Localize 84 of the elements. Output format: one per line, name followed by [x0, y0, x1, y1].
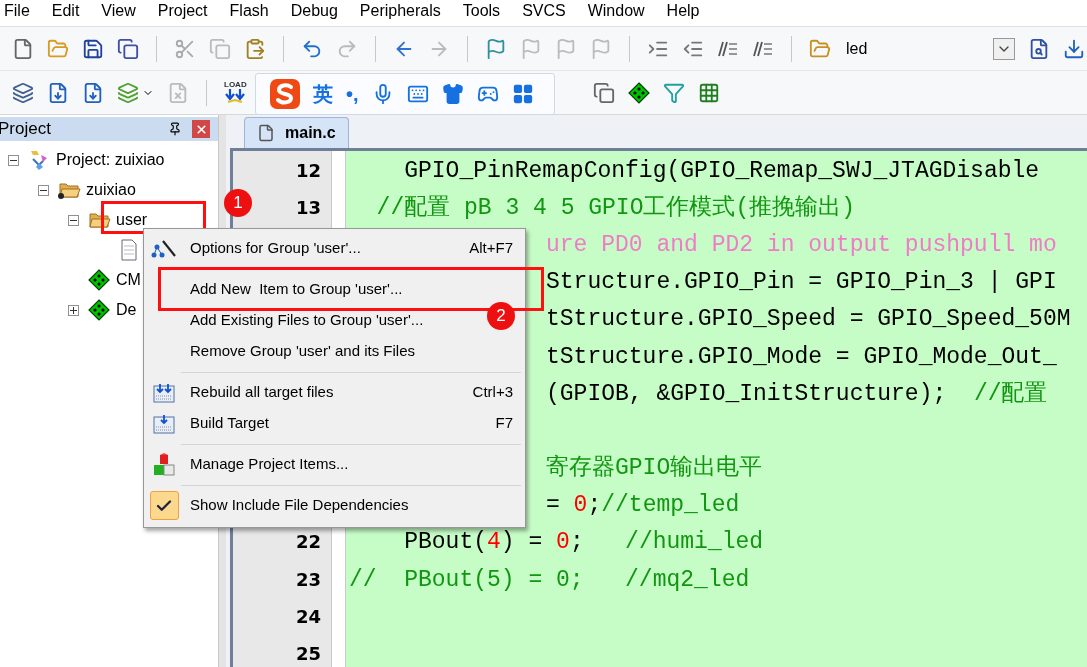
shirt-icon[interactable] [441, 83, 464, 105]
find-file-icon[interactable] [1028, 37, 1050, 60]
grid-icon[interactable] [697, 81, 720, 104]
menu-item[interactable]: Edit [51, 1, 80, 21]
file-icon [119, 238, 139, 262]
pin-icon[interactable] [168, 122, 182, 136]
menu-item[interactable]: Project [157, 1, 208, 21]
menu-item[interactable]: Debug [290, 1, 338, 21]
menu-item[interactable]: View [101, 1, 136, 21]
build-icon [152, 412, 176, 435]
new-file-icon[interactable] [12, 37, 34, 60]
paste-icon[interactable] [244, 37, 266, 60]
menu-item[interactable]: Show Include File Dependencies [190, 494, 409, 517]
plus-icon [69, 306, 77, 314]
tree-item[interactable]: CM [116, 271, 141, 288]
code-line: //配置 pB 3 4 5 GPIO工作模式(推挽输出) [375, 194, 856, 221]
menu-item[interactable]: Add New Item to Group 'user'... [190, 278, 403, 301]
keyboard-icon[interactable] [406, 83, 429, 105]
shortcut-label: Ctrl+3 [472, 382, 514, 403]
file-icon [257, 124, 275, 142]
save-all-icon[interactable] [117, 37, 139, 60]
line-number: 24 [295, 606, 321, 627]
menu-item[interactable]: Flash [229, 1, 269, 21]
target-name: led [846, 38, 868, 59]
shortcut-label: F7 [495, 413, 514, 434]
collapse-toggle[interactable] [67, 214, 79, 226]
ime-mode-toggle[interactable]: •, [346, 84, 359, 104]
checkbox[interactable] [149, 491, 179, 520]
menu-item[interactable]: Help [666, 1, 700, 21]
dropdown-button[interactable] [993, 37, 1015, 60]
target-folder-icon[interactable] [809, 37, 831, 60]
expand-toggle[interactable] [67, 304, 79, 316]
tree-item[interactable]: zuixiao [86, 181, 136, 198]
code-line: tStructure.GPIO_Mode = GPIO_Mode_Out_ [546, 343, 1057, 370]
build-icon[interactable] [47, 81, 69, 104]
collapse-toggle[interactable] [37, 184, 49, 196]
menu-item[interactable]: Rebuild all target files [190, 381, 334, 404]
code-line: Structure.GPIO_Pin = GPIO_Pin_3 | GPI [546, 269, 1057, 296]
editor-tab[interactable]: main.c [244, 117, 349, 148]
line-number: 23 [295, 569, 321, 590]
filter-icon[interactable] [662, 81, 685, 104]
flag-icon[interactable] [485, 37, 507, 60]
download-icon[interactable] [1063, 37, 1085, 60]
code-line: tStructure.GPIO_Speed = GPIO_Speed_50M [546, 306, 1071, 333]
apps-icon[interactable] [511, 83, 534, 105]
component-icon [88, 299, 110, 321]
menu-item[interactable]: Manage Project Items... [190, 453, 349, 476]
menu-item[interactable]: File [4, 1, 30, 21]
menu-item[interactable]: Remove Group 'user' and its Files [190, 340, 415, 363]
menu-item[interactable]: Window [587, 1, 645, 21]
tree-item[interactable]: De [116, 301, 137, 318]
menu-item[interactable]: Build Target [190, 412, 269, 435]
component-icon [88, 269, 110, 291]
code-line: (GPIOB, &GPIO_InitStructure); //配置 [546, 380, 1048, 407]
line-number: 22 [295, 532, 321, 553]
ime-mode-toggle[interactable]: 英 [313, 84, 333, 104]
rebuild-icon [152, 381, 176, 404]
tree-item[interactable]: Project: zuixiao [56, 151, 165, 168]
blocks-icon [152, 452, 176, 477]
logo-icon[interactable] [270, 79, 300, 109]
save-icon[interactable] [82, 37, 104, 60]
rebuild-icon[interactable] [82, 81, 104, 104]
code-line: 寄存器GPIO输出电平 [546, 455, 763, 482]
close-button[interactable] [192, 120, 210, 138]
code-line: PBout(4) = 0; //humi_led [403, 529, 764, 556]
tree-item[interactable]: user [116, 211, 148, 228]
code-line: GPIO_PinRemapConfig(GPIO_Remap_SWJ_JTAGDisable [403, 157, 1040, 184]
step-marker: 2 [487, 302, 515, 330]
menu-item[interactable]: Add Existing Files to Group 'user'... [190, 309, 424, 332]
menu-item[interactable]: Peripherals [359, 1, 441, 21]
menu-item[interactable]: SVCS [522, 1, 566, 21]
load-button[interactable]: LOAD [224, 80, 247, 105]
menu-item[interactable]: Tools [462, 1, 501, 21]
code-line: // PBout(5) = 0; //mq2_led [349, 566, 750, 593]
code-line: = 0;//temp_led [546, 492, 740, 519]
line-number: 12 [295, 160, 321, 181]
menu-item[interactable]: Options for Group 'user'... [190, 237, 361, 260]
code-line: ure PD0 and PD2 in output pushpull mo [546, 231, 1057, 258]
line-number: 25 [295, 644, 321, 665]
panel-title: Project [0, 118, 51, 141]
collapse-toggle[interactable] [7, 154, 19, 166]
line-number: 13 [295, 197, 321, 218]
shortcut-label: Alt+F7 [469, 238, 514, 259]
close-icon [194, 122, 208, 136]
